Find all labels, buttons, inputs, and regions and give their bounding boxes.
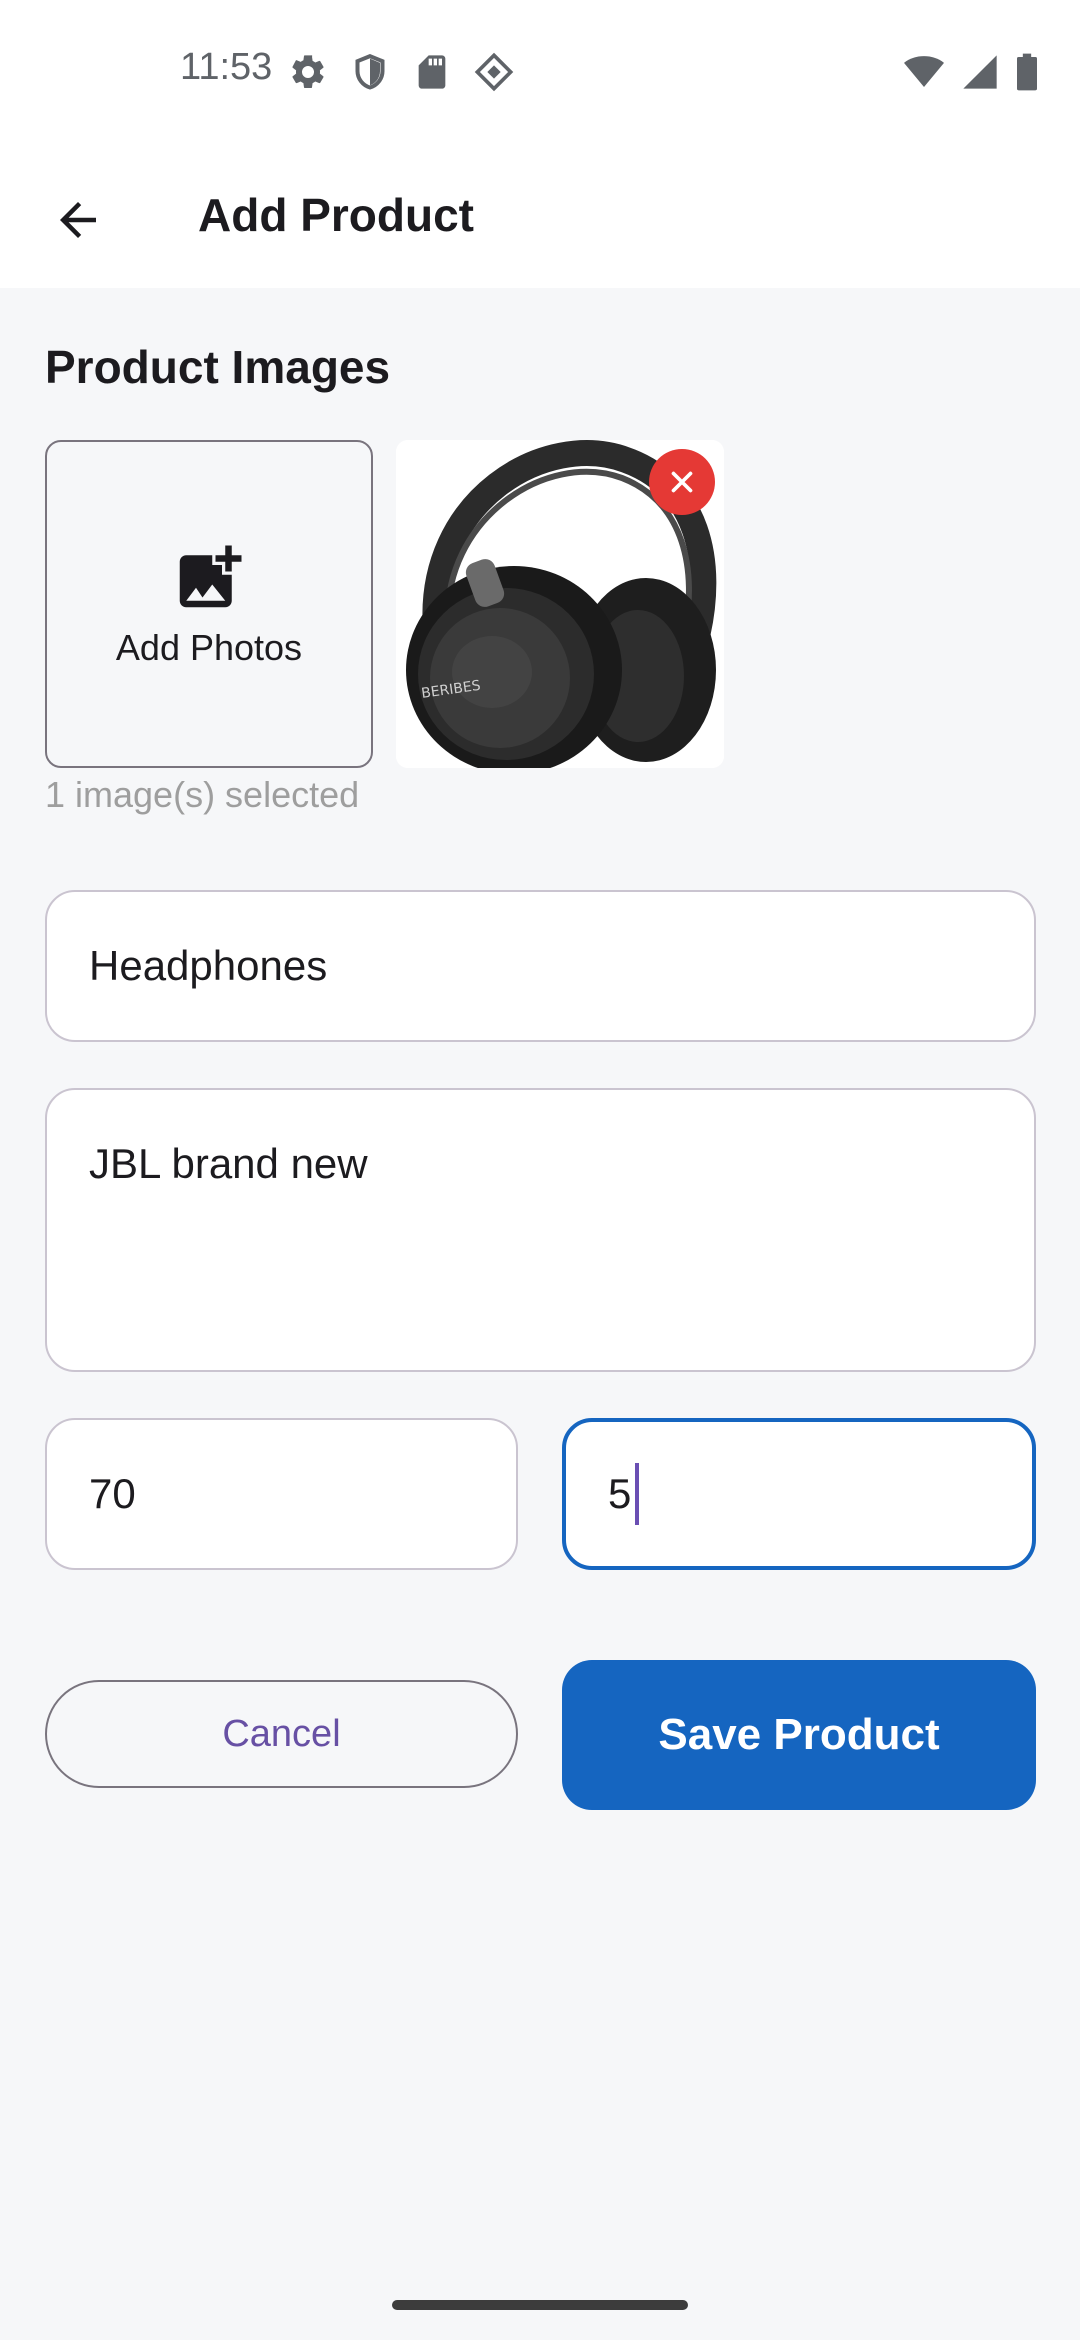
page-title: Add Product: [198, 189, 474, 241]
product-description-input[interactable]: JBL brand new: [45, 1088, 1036, 1372]
save-product-button[interactable]: Save Product: [562, 1660, 1036, 1810]
sd-card-icon: [412, 52, 452, 92]
wifi-icon: [902, 52, 946, 97]
gear-icon: [288, 52, 328, 92]
status-icons-right: [902, 52, 1040, 97]
add-photos-button[interactable]: Add Photos: [45, 440, 373, 768]
selected-count-text: 1 image(s) selected: [45, 774, 360, 815]
add-photos-label: Add Photos: [115, 627, 303, 668]
product-price-value: 70: [89, 1470, 136, 1517]
remove-image-button[interactable]: [649, 449, 715, 515]
home-indicator[interactable]: [392, 2300, 688, 2310]
device-icon: [474, 52, 514, 92]
cancel-button[interactable]: Cancel: [45, 1680, 518, 1788]
text-cursor: [635, 1463, 640, 1525]
status-bar: 11:53: [0, 0, 1080, 150]
arrow-back-icon: [60, 202, 96, 238]
battery-icon: [1014, 52, 1040, 97]
product-name-input[interactable]: Headphones: [45, 890, 1036, 1042]
screen: 11:53 Add Product Product Images Add Pho…: [0, 0, 1080, 2340]
product-name-value: Headphones: [89, 942, 328, 989]
shield-icon: [350, 52, 390, 92]
section-title-product-images: Product Images: [45, 341, 391, 393]
status-time: 11:53: [180, 46, 273, 88]
status-icons-left: [288, 52, 514, 92]
back-button[interactable]: [38, 180, 118, 260]
signal-icon: [960, 52, 1000, 97]
add-photo-icon: [179, 545, 242, 608]
product-description-value: JBL brand new: [89, 1140, 368, 1187]
product-price-input[interactable]: 70: [45, 1418, 518, 1570]
close-icon: [671, 471, 693, 493]
product-quantity-value: 5: [608, 1470, 632, 1517]
app-bar: Add Product: [0, 150, 1080, 288]
product-quantity-input[interactable]: 5: [562, 1418, 1036, 1570]
